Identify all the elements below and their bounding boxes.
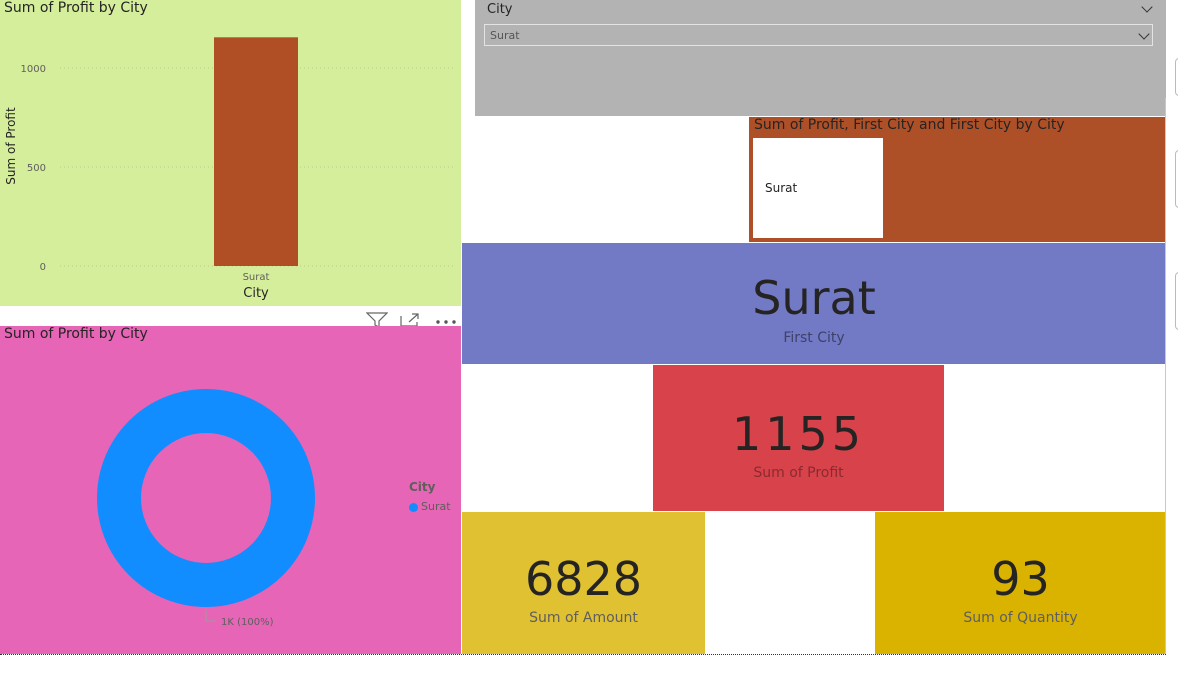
- quantity-card[interactable]: 93 Sum of Quantity: [875, 512, 1166, 654]
- canvas-right-border: [1165, 98, 1166, 654]
- slicer-selected-value: Surat: [490, 29, 520, 42]
- profit-value: 1155: [731, 407, 866, 461]
- donut-data-label: 1K (100%): [221, 617, 274, 628]
- amount-card[interactable]: 6828 Sum of Amount: [462, 512, 705, 654]
- legend-title: City: [409, 480, 436, 494]
- bar-surat[interactable]: [214, 37, 298, 267]
- y-tick-label: 500: [27, 163, 46, 174]
- quantity-value: 93: [991, 552, 1050, 606]
- amount-label: Sum of Amount: [529, 610, 638, 626]
- quantity-label: Sum of Quantity: [963, 610, 1078, 626]
- canvas-bottom-border: [0, 654, 1166, 655]
- table-cell: Surat: [765, 181, 798, 195]
- y-tick-label: 0: [40, 262, 46, 273]
- table-visual-title: Sum of Profit, First City and First City…: [754, 117, 1065, 133]
- first-city-value: Surat: [752, 271, 876, 325]
- profit-card[interactable]: 1155 Sum of Profit: [653, 365, 944, 511]
- bar-chart-plot: 0 500 1000 Surat: [21, 37, 455, 283]
- legend-marker: [409, 503, 418, 512]
- donut-chart-plot: 1K (100%): [97, 389, 315, 628]
- amount-value: 6828: [524, 552, 643, 606]
- legend-label: Surat: [421, 500, 451, 513]
- data-label-leader: [205, 609, 216, 622]
- city-slicer[interactable]: City Surat: [475, 0, 1166, 116]
- donut-chart-panel[interactable]: Sum of Profit by City 1K (100%) City Sur…: [0, 326, 461, 654]
- focus-mode-icon[interactable]: [400, 313, 420, 327]
- x-tick-label: Surat: [243, 272, 270, 283]
- profit-label: Sum of Profit: [753, 465, 844, 481]
- table-visual[interactable]: Sum of Profit, First City and First City…: [749, 117, 1166, 242]
- slicer-header: City: [487, 2, 513, 17]
- chevron-down-icon: [1138, 28, 1150, 40]
- chevron-down-icon[interactable]: [1141, 1, 1153, 13]
- slicer-dropdown[interactable]: Surat: [484, 24, 1153, 46]
- donut-slice-surat[interactable]: [97, 389, 315, 607]
- more-options-icon[interactable]: [435, 319, 457, 325]
- y-tick-label: 1000: [21, 64, 46, 75]
- first-city-label: First City: [783, 330, 845, 346]
- bar-chart-panel[interactable]: Sum of Profit by City Sum of Profit City…: [0, 0, 461, 306]
- visual-header: [360, 310, 461, 328]
- table-cell-box[interactable]: Surat: [753, 138, 883, 238]
- first-city-card[interactable]: Surat First City: [462, 243, 1166, 364]
